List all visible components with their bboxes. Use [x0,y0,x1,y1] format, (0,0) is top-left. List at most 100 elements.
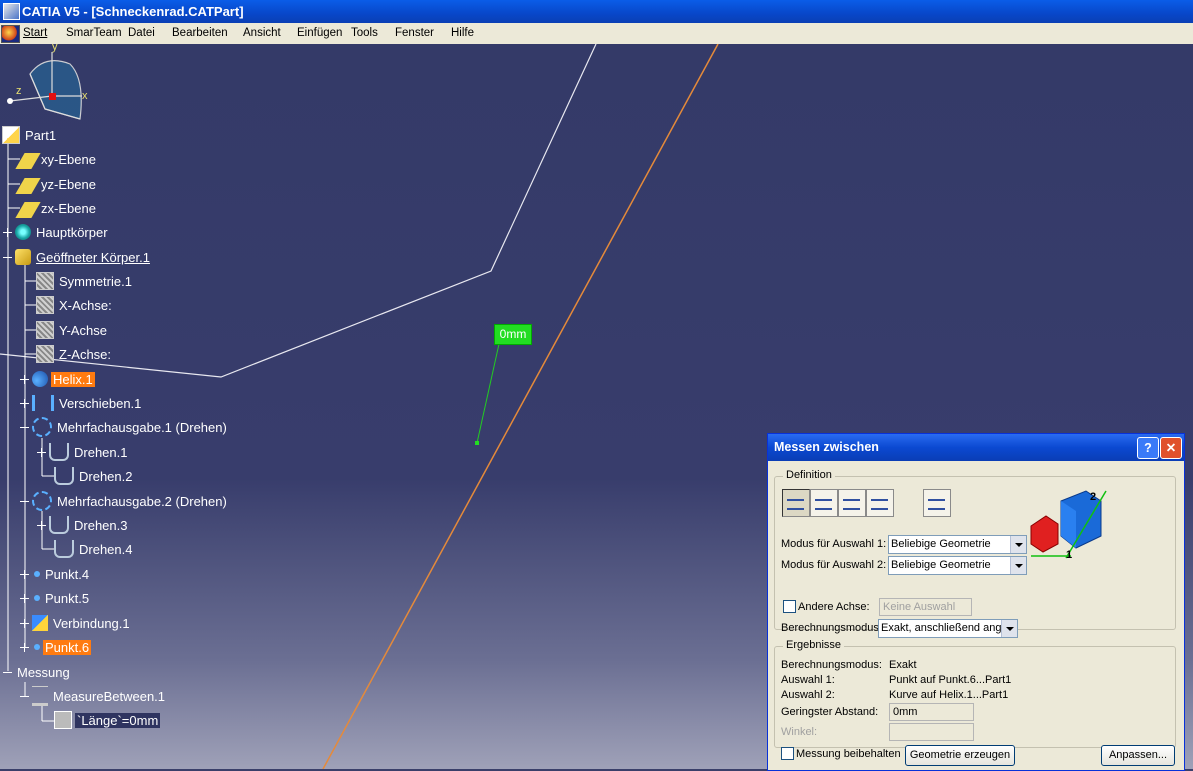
collapse-icon[interactable] [20,692,29,701]
tree-node-y-axis[interactable]: Y-Achse [36,320,109,340]
tree-node-multi-output-1[interactable]: Mehrfachausgabe.1 (Drehen) [20,417,229,437]
rotate-icon [49,516,69,534]
measure-fan-tool-button[interactable] [838,489,866,517]
plane-icon [15,202,41,218]
tree-label-xy: xy-Ebene [41,151,96,167]
tree-node-messung[interactable]: Messung [3,662,72,682]
tree-label-measure-between: MeasureBetween.1 [53,688,166,704]
chevron-down-icon[interactable] [1001,620,1017,637]
collapse-icon[interactable] [20,497,29,506]
translate-icon [32,395,54,411]
symmetry-icon [36,272,54,290]
angle-label: Winkel: [781,726,818,738]
expand-icon[interactable] [37,447,46,457]
expand-icon[interactable] [20,642,29,652]
body-icon [15,224,31,240]
tree-node-x-axis[interactable]: X-Achse: [36,295,114,315]
tree-label-yz: yz-Ebene [41,176,96,192]
measure-point [475,441,479,445]
keep-measure-label: Messung beibehalten [796,748,901,760]
measure-between-tool-button[interactable] [782,489,810,517]
create-geometry-button[interactable]: Geometrie erzeugen [905,745,1015,766]
menu-datei[interactable]: Datei [128,27,155,39]
measure-inertia-tool-button[interactable] [923,489,951,517]
tree-node-drehen-2[interactable]: Drehen.2 [54,466,134,486]
close-button[interactable]: ✕ [1160,437,1182,459]
tree-node-multi-output-2[interactable]: Mehrfachausgabe.2 (Drehen) [20,491,229,511]
tree-label-drehen3: Drehen.3 [74,517,128,533]
tree-node-measure-between[interactable]: MeasureBetween.1 [20,686,167,706]
definition-label: Definition [783,469,835,481]
mode1-select[interactable]: Beliebige Geometrie [888,535,1027,554]
dialog-title-bar[interactable]: Messen zwischen ? ✕ [768,434,1184,461]
expand-icon[interactable] [20,374,29,384]
measure-value-label: 0mm [494,324,532,345]
tree-label-xaxis: X-Achse: [59,297,112,313]
menu-ansicht[interactable]: Ansicht [243,27,281,39]
expand-icon[interactable] [3,227,12,237]
min-distance-field[interactable]: 0mm [889,703,974,721]
other-axis-field[interactable]: Keine Auswahl [879,598,972,616]
collapse-icon[interactable] [3,668,12,677]
mode2-select[interactable]: Beliebige Geometrie [888,556,1027,575]
calc-mode-select[interactable]: Exakt, anschließend ang [878,619,1018,638]
axis-icon [36,345,54,363]
chevron-down-icon[interactable] [1010,557,1026,574]
tree-node-punkt-6[interactable]: Punkt.6 [20,637,92,657]
rotate-icon [49,443,69,461]
collapse-icon[interactable] [20,423,29,432]
menu-hilfe[interactable]: Hilfe [451,27,474,39]
point-icon [34,571,40,577]
tree-node-z-axis[interactable]: Z-Achse: [36,344,113,364]
chevron-down-icon[interactable] [1010,536,1026,553]
tree-label-drehen4: Drehen.4 [79,541,133,557]
window-title: CATIA V5 - [Schneckenrad.CATPart] [22,4,244,19]
result-sel1-label: Auswahl 1: [781,674,835,686]
menu-tools[interactable]: Tools [351,27,378,39]
other-axis-checkbox[interactable] [783,600,796,613]
point-icon [34,644,40,650]
multi-output-icon [32,417,52,437]
tree-node-open-body[interactable]: Geöffneter Körper.1 [3,247,152,267]
axis-icon [36,296,54,314]
tree-node-hauptkoerper[interactable]: Hauptkörper [3,222,110,242]
expand-icon[interactable] [20,569,29,579]
tree-node-verschieben[interactable]: Verschieben.1 [20,393,143,413]
tree-node-drehen-3[interactable]: Drehen.3 [37,515,129,535]
tree-node-punkt-4[interactable]: Punkt.4 [20,564,91,584]
result-calc-value: Exakt [889,659,917,671]
help-button[interactable]: ? [1137,437,1159,459]
mode1-value: Beliebige Geometrie [891,538,991,550]
expand-icon[interactable] [20,618,29,628]
tree-node-helix[interactable]: Helix.1 [20,369,95,389]
tree-node-punkt-5[interactable]: Punkt.5 [20,588,91,608]
compass-icon[interactable]: y x z [0,44,100,134]
expand-icon[interactable] [20,593,29,603]
tree-node-zx-plane[interactable]: zx-Ebene [15,198,98,218]
tree-node-xy-plane[interactable]: xy-Ebene [15,149,98,169]
measure-item-tool-button[interactable] [866,489,894,517]
menu-einfuegen[interactable]: Einfügen [297,27,342,39]
customize-button[interactable]: Anpassen... [1101,745,1175,766]
menu-smarteam[interactable]: SmarTeam [66,27,122,39]
collapse-icon[interactable] [3,253,12,262]
expand-icon[interactable] [20,398,29,408]
expand-icon[interactable] [37,520,46,530]
keep-measure-checkbox[interactable] [781,747,794,760]
measure-chain-tool-button[interactable] [810,489,838,517]
tree-node-symmetrie[interactable]: Symmetrie.1 [36,271,134,291]
multi-output-icon [32,491,52,511]
parameter-icon [54,711,72,729]
tree-node-drehen-1[interactable]: Drehen.1 [37,442,129,462]
menu-start[interactable]: Start [23,27,47,39]
tree-node-length-param[interactable]: `Länge`=0mm [54,710,161,730]
start-icon[interactable] [1,25,20,43]
menu-fenster[interactable]: Fenster [395,27,434,39]
axis-icon [36,321,54,339]
tree-node-drehen-4[interactable]: Drehen.4 [54,539,134,559]
tree-node-yz-plane[interactable]: yz-Ebene [15,174,98,194]
menu-bearbeiten[interactable]: Bearbeiten [172,27,228,39]
tree-label-helix: Helix.1 [51,371,95,387]
angle-field[interactable] [889,723,974,741]
tree-node-verbindung[interactable]: Verbindung.1 [20,613,132,633]
